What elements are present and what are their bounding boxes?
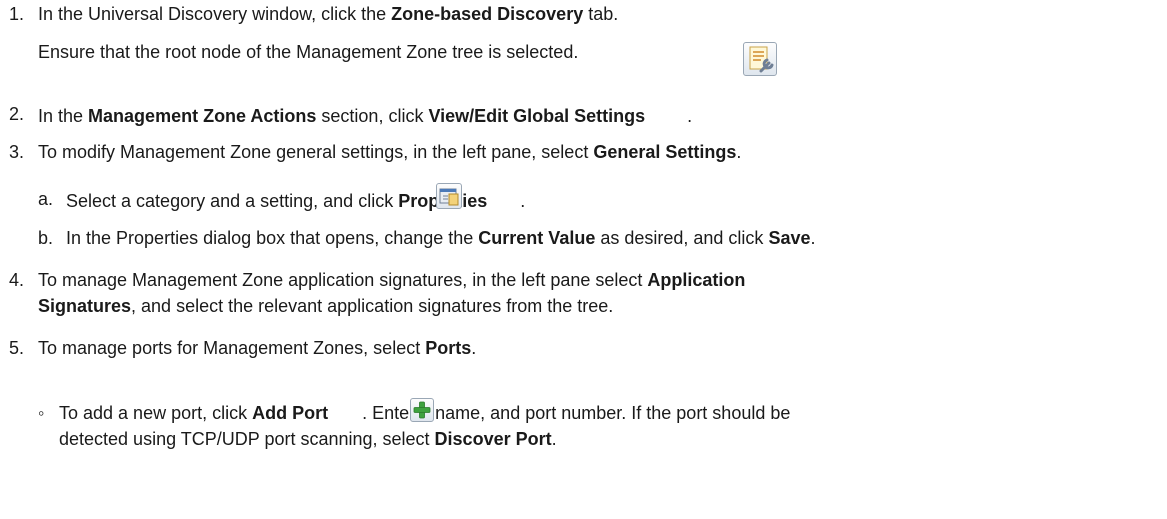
current-value-label: Current Value (478, 228, 596, 248)
zone-based-discovery-label: Zone-based Discovery (391, 4, 584, 24)
step-4-text-line2: Signatures, and select the relevant appl… (38, 295, 613, 317)
step-2-text: In the Management Zone Actions section, … (38, 105, 692, 127)
step-1-subtext: Ensure that the root node of the Managem… (38, 42, 579, 62)
step-4-text-a: To manage Management Zone application si… (38, 270, 648, 290)
settings-wrench-icon (743, 42, 777, 76)
step-3-text-a: To modify Management Zone general settin… (38, 142, 594, 162)
step-3b-text-c: . (810, 228, 816, 248)
step-5-number: 5. (9, 338, 25, 358)
properties-icon (436, 183, 462, 209)
step-5a-text-d: . (551, 429, 557, 449)
management-zone-actions-label: Management Zone Actions (88, 106, 317, 126)
step-2-text-c: . (687, 106, 693, 126)
step-1-text: In the Universal Discovery window, click… (38, 3, 618, 25)
add-plus-icon (410, 398, 434, 422)
step-3b-text: In the Properties dialog box that opens,… (66, 227, 816, 249)
properties-graphic (439, 188, 459, 206)
settings-wrench-graphic (749, 46, 774, 73)
ports-label: Ports (425, 338, 472, 358)
add-plus-graphic (413, 401, 431, 419)
step-5-text-b: . (471, 338, 477, 358)
step-3b-text-a: In the Properties dialog box that opens,… (66, 228, 479, 248)
view-edit-global-settings-label: View/Edit Global Settings (428, 106, 646, 126)
step-3-text-b: . (736, 142, 742, 162)
step-2-text-a: In the (38, 106, 89, 126)
discover-port-label: Discover Port (434, 429, 552, 449)
step-1-number: 1. (9, 4, 25, 24)
step-3-text: To modify Management Zone general settin… (38, 141, 741, 163)
step-3a-letter: a. (38, 189, 54, 209)
step-5a-text-line2: detected using TCP/UDP port scanning, se… (59, 428, 557, 450)
step-3b-text-b: as desired, and click (595, 228, 769, 248)
step-1-text-a: In the Universal Discovery window, click… (38, 4, 392, 24)
step-4-text-line1: To manage Management Zone application si… (38, 269, 745, 291)
signatures-label: Signatures (38, 296, 132, 316)
step-5a-text-c: detected using TCP/UDP port scanning, se… (59, 429, 435, 449)
step-4-number: 4. (9, 270, 25, 290)
step-3a-text-b: . (520, 191, 526, 211)
step-5-bullet: ◦ (38, 403, 45, 423)
step-3-number: 3. (9, 142, 25, 162)
step-2-number: 2. (9, 104, 25, 124)
step-2-text-b: section, click (316, 106, 429, 126)
step-1-text-b: tab. (583, 4, 619, 24)
step-3a-text-a: Select a category and a setting, and cli… (66, 191, 399, 211)
add-port-label: Add Port (252, 403, 329, 423)
step-4-text-b: , and select the relevant application si… (131, 296, 614, 316)
save-label: Save (768, 228, 811, 248)
general-settings-label: General Settings (593, 142, 737, 162)
step-5a-text-a: To add a new port, click (59, 403, 253, 423)
step-3b-letter: b. (38, 228, 54, 248)
step-5-text: To manage ports for Management Zones, se… (38, 337, 476, 359)
step-5-text-a: To manage ports for Management Zones, se… (38, 338, 426, 358)
application-label: Application (647, 270, 746, 290)
